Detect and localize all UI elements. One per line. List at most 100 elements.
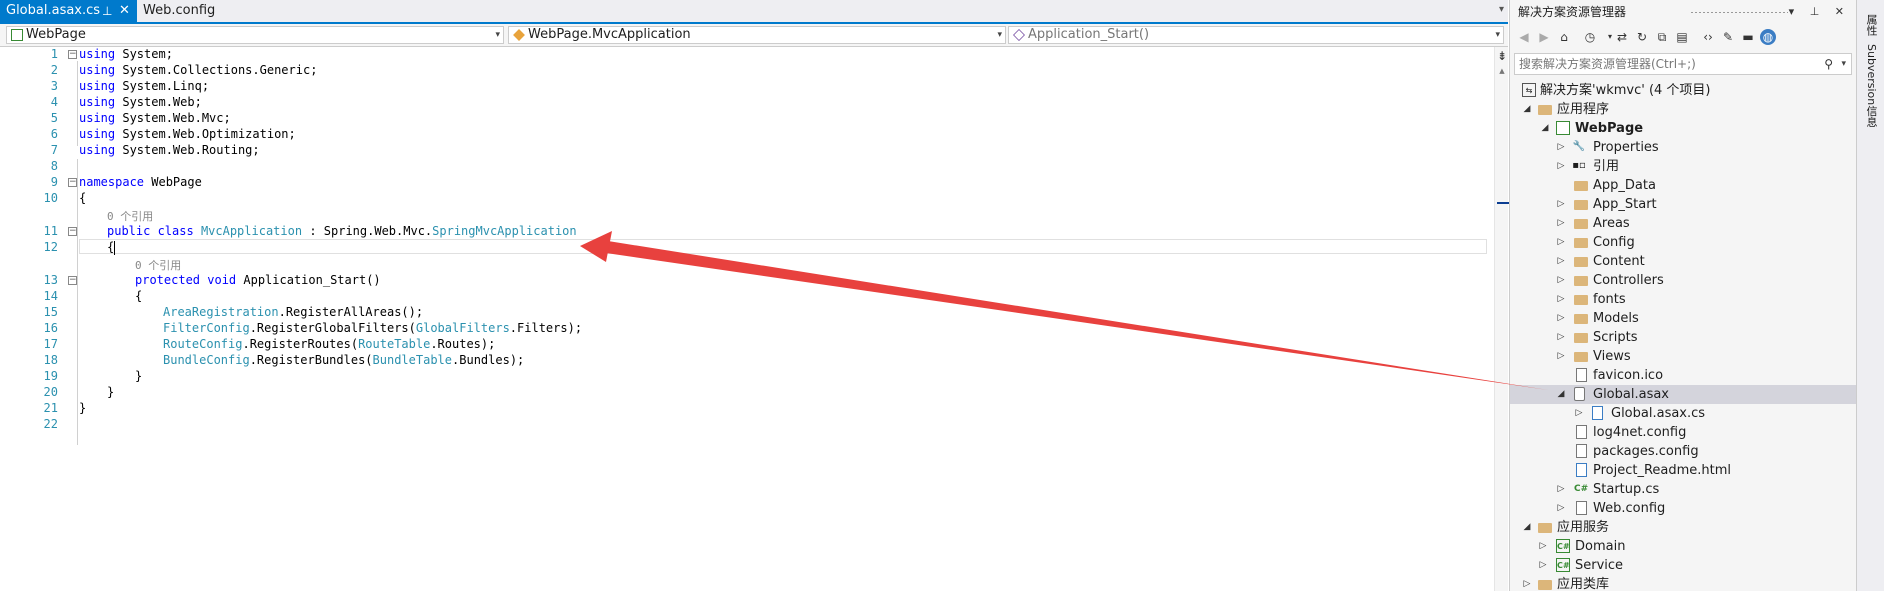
tree-node-file[interactable]: log4net.config (1510, 423, 1856, 442)
tree-node-folder[interactable]: ▷ Views (1510, 347, 1856, 366)
reference-count-link[interactable]: 0 个引用 (135, 257, 181, 273)
panel-window-buttons[interactable]: ▾ ⊥ ✕ (1789, 0, 1850, 24)
tree-node-folder[interactable]: ◢ 应用服务 (1510, 518, 1856, 537)
tree-node[interactable]: ▷ 🔧 Properties (1510, 138, 1856, 157)
tree-node-folder[interactable]: ▷ Controllers (1510, 271, 1856, 290)
collapsed-arrow-icon[interactable]: ▷ (1556, 233, 1566, 252)
globe-icon[interactable]: ◍ (1760, 29, 1776, 45)
code-line: using System.Web.Optimization; (79, 127, 296, 141)
tree-node-label: 应用程序 (1557, 102, 1610, 117)
collapse-all-icon[interactable]: ⧉ (1654, 29, 1670, 45)
code-line: using System.Linq; (79, 79, 209, 93)
keyword: using (79, 95, 116, 109)
global-asax-icon (1574, 387, 1585, 401)
collapse-icon[interactable]: − (68, 178, 77, 187)
tree-node-project[interactable]: ◢ WebPage (1510, 119, 1856, 138)
tab-global-asax-cs[interactable]: Global.asax.cs ⊥ ✕ (0, 0, 137, 22)
tree-node[interactable]: ▷ ▪▫ 引用 (1510, 157, 1856, 176)
method-icon (1013, 29, 1025, 41)
keyword: using (79, 111, 116, 125)
tree-node-folder[interactable]: ▷ Models (1510, 309, 1856, 328)
collapsed-arrow-icon[interactable]: ▷ (1556, 157, 1566, 176)
line-number: 14 (43, 289, 58, 303)
expanded-arrow-icon[interactable]: ◢ (1556, 385, 1566, 404)
tree-node-file-selected[interactable]: ◢ Global.asax (1510, 385, 1856, 404)
collapsed-arrow-icon[interactable]: ▷ (1538, 556, 1548, 575)
collapsed-arrow-icon[interactable]: ▷ (1556, 480, 1566, 499)
tree-node-folder[interactable]: ◢ 应用程序 (1510, 100, 1856, 119)
close-icon[interactable]: ✕ (119, 0, 130, 22)
collapsed-arrow-icon[interactable]: ▷ (1556, 271, 1566, 290)
tree-node-folder[interactable]: ▷ fonts (1510, 290, 1856, 309)
collapsed-arrow-icon[interactable]: ▷ (1556, 328, 1566, 347)
tree-node-file[interactable]: ▷ C# Startup.cs (1510, 480, 1856, 499)
class-dropdown[interactable]: WebPage.MvcApplication ▾ (508, 26, 1006, 44)
collapsed-arrow-icon[interactable]: ▷ (1574, 404, 1584, 423)
collapsed-arrow-icon[interactable]: ▷ (1556, 290, 1566, 309)
show-all-files-icon[interactable]: ▤ (1674, 29, 1690, 45)
preview-selected-icon[interactable]: ▬ (1740, 29, 1756, 45)
tab-overflow-dropdown-icon[interactable]: ▾ (1499, 4, 1504, 15)
collapsed-arrow-icon[interactable]: ▷ (1556, 347, 1566, 366)
reference-count-link[interactable]: 0 个引用 (107, 208, 153, 224)
chevron-down-icon[interactable]: ▾ (1841, 54, 1846, 74)
expanded-arrow-icon[interactable]: ◢ (1522, 100, 1532, 119)
project-dropdown[interactable]: WebPage ▾ (6, 26, 504, 44)
collapse-icon[interactable]: − (68, 276, 77, 285)
split-window-icon[interactable]: ⇟ (1495, 49, 1509, 63)
collapse-icon[interactable]: − (68, 227, 77, 236)
solution-search-input[interactable]: 搜索解决方案资源管理器(Ctrl+;) ⚲ ▾ (1514, 53, 1852, 75)
keyword: using (79, 143, 116, 157)
tree-node-file[interactable]: ▷ Global.asax.cs (1510, 404, 1856, 423)
folder-icon (1574, 238, 1588, 248)
subversion-side-tab[interactable]: Subversion信息 (1863, 44, 1879, 127)
member-dropdown[interactable]: Application_Start() ▾ (1008, 26, 1504, 44)
collapsed-arrow-icon[interactable]: ▷ (1556, 309, 1566, 328)
collapsed-arrow-icon[interactable]: ▷ (1556, 252, 1566, 271)
properties-side-tab[interactable]: 属性 (1863, 14, 1879, 36)
tree-node-file[interactable]: packages.config (1510, 442, 1856, 461)
sync-with-document-icon[interactable]: ⇄ (1614, 29, 1630, 45)
collapsed-arrow-icon[interactable]: ▷ (1556, 138, 1566, 157)
collapse-icon[interactable]: − (68, 50, 77, 59)
forward-icon[interactable]: ▶ (1536, 29, 1552, 45)
tree-node-folder[interactable]: ▷ Config (1510, 233, 1856, 252)
tree-node-folder[interactable]: App_Data (1510, 176, 1856, 195)
properties-wrench-icon[interactable]: ✎ (1720, 29, 1736, 45)
expanded-arrow-icon[interactable]: ◢ (1522, 518, 1532, 537)
code-area[interactable]: 1 2 3 4 5 6 7 8 9 10 11 12 13 14 15 16 1… (0, 47, 1494, 591)
tree-node-label: App_Data (1593, 178, 1656, 193)
tree-node-label: 解决方案'wkmvc' (4 个项目) (1540, 83, 1711, 98)
expanded-arrow-icon[interactable]: ◢ (1540, 119, 1550, 138)
tree-node-folder[interactable]: ▷ Areas (1510, 214, 1856, 233)
collapsed-arrow-icon[interactable]: ▷ (1556, 214, 1566, 233)
scroll-up-icon[interactable]: ▲ (1495, 67, 1509, 75)
collapsed-arrow-icon[interactable]: ▷ (1556, 499, 1566, 518)
tree-node-folder[interactable]: ▷ Content (1510, 252, 1856, 271)
tree-node-folder[interactable]: ▷ App_Start (1510, 195, 1856, 214)
line-number: 18 (43, 353, 58, 367)
line-number: 17 (43, 337, 58, 351)
tree-node-project[interactable]: ▷ C# Domain (1510, 537, 1856, 556)
tree-node-project[interactable]: ▷ C# Service (1510, 556, 1856, 575)
tab-web-config[interactable]: Web.config (137, 0, 221, 22)
search-icon[interactable]: ⚲ (1824, 54, 1833, 74)
tree-node-file[interactable]: favicon.ico (1510, 366, 1856, 385)
pin-icon[interactable]: ⊥ (102, 0, 112, 22)
view-code-icon[interactable]: ‹› (1700, 29, 1716, 45)
pending-changes-filter-icon[interactable]: ◷ (1582, 29, 1598, 45)
tree-node-folder[interactable]: ▷ 应用类库 (1510, 575, 1856, 594)
tree-node-file[interactable]: ▷ Web.config (1510, 499, 1856, 518)
vertical-scrollbar[interactable]: ⇟ ▲ (1494, 47, 1509, 591)
collapsed-arrow-icon[interactable]: ▷ (1538, 537, 1548, 556)
back-icon[interactable]: ◀ (1516, 29, 1532, 45)
tree-node-file[interactable]: Project_Readme.html (1510, 461, 1856, 480)
collapsed-arrow-icon[interactable]: ▷ (1522, 575, 1532, 594)
code-line: protected void Application_Start() (135, 273, 381, 287)
type-name: AreaRegistration (163, 305, 279, 319)
tree-node-folder[interactable]: ▷ Scripts (1510, 328, 1856, 347)
collapsed-arrow-icon[interactable]: ▷ (1556, 195, 1566, 214)
refresh-icon[interactable]: ↻ (1634, 29, 1650, 45)
home-icon[interactable]: ⌂ (1556, 29, 1572, 45)
tree-node-solution[interactable]: ⇆ 解决方案'wkmvc' (4 个项目) (1510, 81, 1856, 100)
